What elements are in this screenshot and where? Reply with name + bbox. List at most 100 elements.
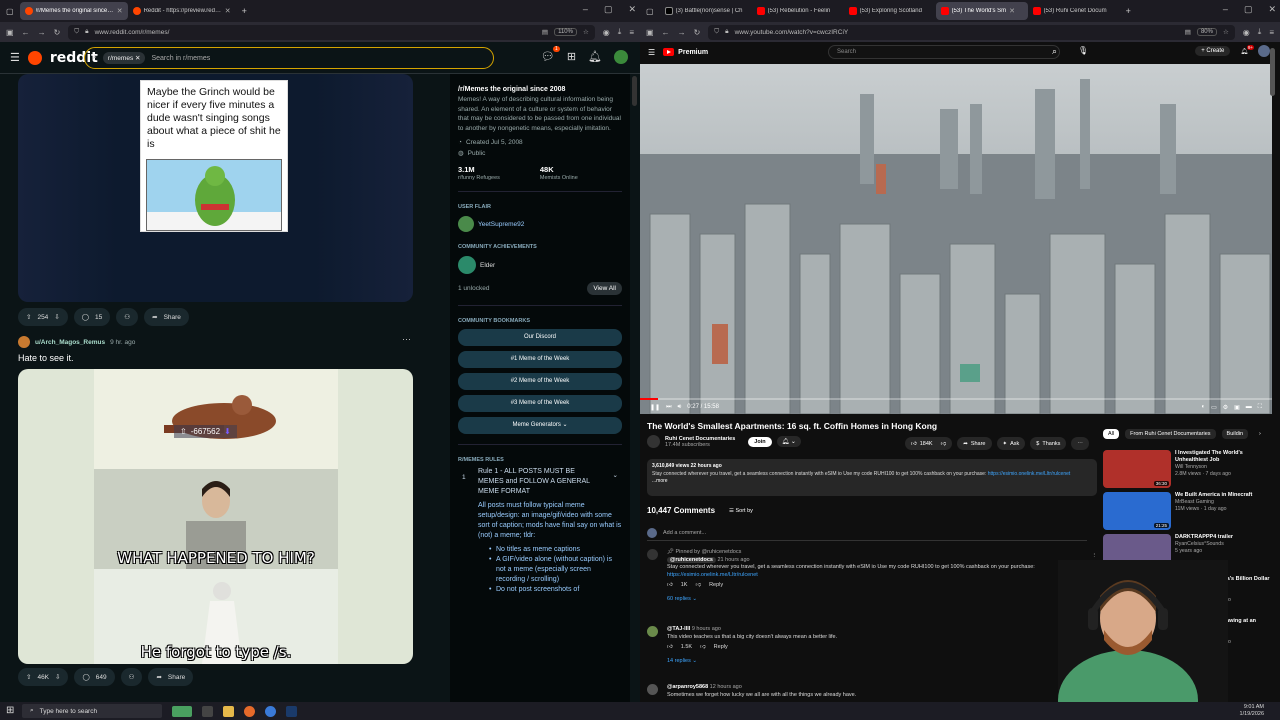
extensions-icon[interactable]: ◉ [1243,28,1250,37]
more-actions-button[interactable]: ⋯ [1071,437,1089,450]
tab-reddit-preview[interactable]: Reddit - https://preview.redd.it/ ✕ [128,2,236,20]
tab-worlds-smallest[interactable]: (53) The World's Sm ✕ [935,2,1028,20]
chip-all[interactable]: All [1103,429,1120,439]
like-button[interactable]: 👍︎ 184K 👎︎ [905,437,953,450]
rec-item[interactable]: 21:25 We Built America in Minecraft MrBeas… [1103,492,1273,532]
tab-battlenonsense[interactable]: (3) Battle(non)sense | Ch [660,2,752,20]
microphone-icon[interactable]: 🎙︎ [1078,46,1088,55]
minimize-icon[interactable]: – [1223,4,1228,15]
post-author[interactable]: u/Arch_Magos_Remus [35,339,105,346]
hamburger-menu-icon[interactable]: ☰ [10,51,20,64]
subscribed-bell-button[interactable]: 🔔︎ ⌄ [776,436,801,447]
meme-image[interactable]: ⇧ -667562 ⬇ WHAT HAPPENED TO HIM? He for… [94,369,338,664]
remove-chip-icon[interactable]: ✕ [135,55,140,62]
address-bar[interactable]: ⛉ 🔒︎ www.reddit.com/r/memes/ ▤ 110% ☆ [68,24,595,40]
rec-thumbnail[interactable]: 21:25 [1103,492,1171,530]
close-tab-icon[interactable]: ✕ [225,7,231,15]
bookmark-meme-week-2[interactable]: #2 Meme of the Week [458,373,622,390]
author-avatar[interactable] [18,336,30,348]
tab-scotland[interactable]: (53) Exploring Scotland [844,2,936,20]
minimize-icon[interactable]: – [583,4,588,15]
download-icon[interactable]: ⤓ [618,27,622,37]
chip-from-channel[interactable]: From Ruhi Cenet Documentaries [1125,429,1216,439]
bookmark-star-icon[interactable]: ☆ [1223,28,1229,36]
view-replies-button[interactable]: 14 replies ⌄ [667,658,1087,666]
comments-button[interactable]: ◯ 649 [74,668,115,686]
reader-view-icon[interactable]: ▤ [542,28,548,36]
bookmark-meme-generators[interactable]: Meme Generators ⌄ [458,417,622,434]
sort-by-button[interactable]: ☰ Sort by [729,508,753,514]
tab-ruhi-cenet[interactable]: (53) Ruhi Cenet Docum [1028,2,1120,20]
system-clock[interactable]: 9:01 AM 1/19/2026 [1240,704,1264,718]
award-button[interactable]: ⚇ [116,308,139,326]
steam-icon[interactable] [286,705,297,717]
bookmark-discord[interactable]: Our Discord [458,329,622,346]
search-input[interactable]: Search [828,45,1060,59]
comment-author[interactable]: @arpanroy5868 [667,684,708,690]
close-window-icon[interactable]: ✕ [628,4,636,15]
view-all-button[interactable]: View All [587,282,622,295]
downvote-icon[interactable]: ⇩ [55,673,60,681]
rec-title[interactable]: I Investigated The World's Unhealthiest … [1175,450,1271,464]
chrome-icon[interactable] [265,705,276,717]
subtitles-icon[interactable]: ▭ [1211,404,1217,411]
rec-title[interactable]: We Built America in Minecraft [1175,492,1271,499]
comment-avatar[interactable] [647,684,658,695]
volume-icon[interactable]: 🔊︎ [677,404,681,411]
scrollbar[interactable] [632,76,637,106]
chevron-up-icon[interactable]: ⌄ [613,471,618,481]
comment-avatar[interactable] [647,549,658,560]
video-player[interactable]: ❚❚ ⏭ 🔊︎ 0:27 / 15:58 ◐ ▭ ⚙ ▣ ▬ ⛶ [640,64,1272,414]
chat-icon[interactable]: 💬︎ 1 [541,46,560,64]
miniplayer-icon[interactable]: ▣ [1234,404,1240,411]
user-flair-row[interactable]: YeetSupreme92 [458,216,622,232]
tab-list-icon[interactable]: ▢ [646,7,654,16]
reddit-logo-icon[interactable] [27,50,42,65]
forward-icon[interactable]: → [38,28,46,37]
youtube-logo[interactable]: Premium [663,48,708,56]
pause-icon[interactable]: ❚❚ [650,404,660,411]
back-icon[interactable]: ← [22,28,30,37]
comments-button[interactable]: ◯ 15 [73,308,111,326]
file-explorer-icon[interactable] [223,705,234,717]
notifications-bell-icon[interactable]: 🔔︎ [588,50,602,64]
autoplay-toggle-icon[interactable]: ◐ [1201,404,1205,410]
video-description[interactable]: 3,610,849 views 22 hours ago Stay connec… [647,459,1097,496]
create-post-icon[interactable]: ⊞ [567,50,576,64]
ask-button[interactable]: ✦ Ask [996,437,1026,450]
post-media[interactable]: ⇧ -667562 ⬇ WHAT HAPPENED TO HIM? He for… [18,369,413,664]
reload-icon[interactable]: ↻ [694,28,701,37]
reader-view-icon[interactable]: ▤ [1185,28,1191,36]
thumbs-up-icon[interactable]: 👍︎ [667,644,673,652]
zoom-level[interactable]: 110% [554,28,577,36]
thanks-button[interactable]: $ Thanks [1030,437,1067,450]
reply-button[interactable]: Reply [709,582,723,590]
close-window-icon[interactable]: ✕ [1268,4,1276,15]
thumbs-down-icon[interactable]: 👎︎ [700,644,706,652]
taskbar-search[interactable]: ⌕ Type here to search [22,704,162,718]
avatar[interactable] [614,50,628,64]
extensions-icon[interactable]: ◉ [603,28,610,37]
new-tab-icon[interactable]: + [242,6,247,16]
search-input[interactable]: ⌕ r/memes ✕ Search in r/memes [84,47,494,69]
channel-name[interactable]: Ruhi Cenet Documentaries [665,436,735,442]
comment-author[interactable]: @TAJ-IIII [667,626,690,632]
add-comment-input[interactable]: Add a comment... [663,530,706,536]
share-button[interactable]: ➦ Share [957,437,992,450]
bookmark-meme-week-1[interactable]: #1 Meme of the Week [458,351,622,368]
chevron-right-icon[interactable]: › [1254,429,1266,439]
share-button[interactable]: ➦ Share [144,308,189,326]
rec-item[interactable]: 36:30 I Investigated The World's Unhealth… [1103,450,1273,490]
forward-icon[interactable]: → [678,28,686,37]
upvote-icon[interactable]: ⇧ [26,673,31,681]
tab-list-icon[interactable]: ▢ [6,7,14,16]
reload-icon[interactable]: ↻ [54,28,61,37]
thumbs-down-icon[interactable]: 👎︎ [941,441,947,447]
create-button[interactable]: + Create [1195,46,1231,56]
sidebar-toggle-icon[interactable]: ▣ [646,28,654,37]
fullscreen-icon[interactable]: ⛶ [1258,404,1262,411]
rec-title[interactable]: DARKTRAPPP4 trailer [1175,534,1271,541]
reply-button[interactable]: Reply [714,644,728,652]
thumbs-up-icon[interactable]: 👍︎ [667,582,673,590]
thumbs-down-icon[interactable]: 👎︎ [695,582,701,590]
